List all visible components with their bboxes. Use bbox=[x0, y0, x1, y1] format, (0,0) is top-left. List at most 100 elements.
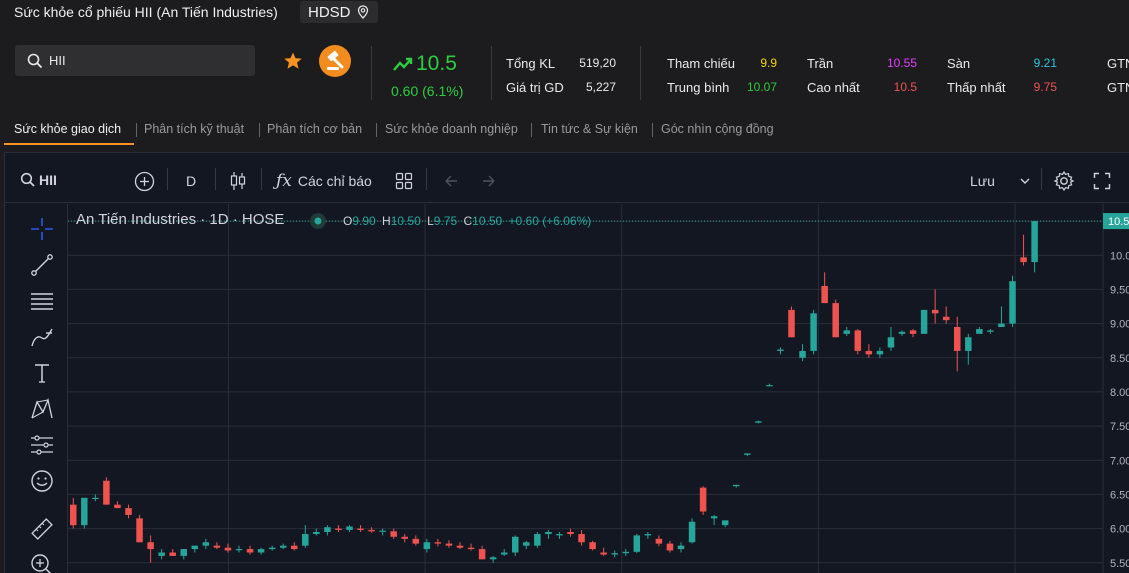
candlestick-type-icon[interactable] bbox=[229, 170, 247, 192]
candle bbox=[677, 542, 685, 553]
indicators-button[interactable]: ƒx Các chỉ báo bbox=[276, 171, 372, 191]
candle bbox=[666, 540, 674, 553]
ruler-icon[interactable] bbox=[29, 516, 55, 542]
candle-body bbox=[799, 350, 806, 358]
candle bbox=[158, 549, 165, 560]
candle-body bbox=[136, 518, 143, 543]
brush-icon[interactable] bbox=[29, 324, 55, 350]
candle-body bbox=[633, 535, 641, 552]
candle bbox=[534, 532, 541, 548]
prediction-icon[interactable] bbox=[29, 432, 55, 458]
candle-body bbox=[81, 497, 88, 526]
candle bbox=[854, 329, 862, 355]
gear-icon[interactable] bbox=[1053, 170, 1075, 192]
trend-line-icon[interactable] bbox=[29, 252, 55, 278]
candle bbox=[279, 543, 287, 550]
candle bbox=[799, 344, 806, 362]
price-tick-label: 7.00 bbox=[1110, 455, 1129, 467]
ohlc-low-value: 9.75 bbox=[433, 214, 458, 228]
tab-news-events[interactable]: Tin tức & Sự kiện bbox=[541, 122, 638, 136]
ohlc-low-label: L bbox=[427, 214, 434, 228]
tab-technical-analysis[interactable]: Phân tích kỹ thuật bbox=[144, 122, 244, 136]
add-symbol-icon[interactable] bbox=[134, 171, 155, 192]
smiley-icon[interactable] bbox=[29, 468, 55, 494]
candle-body bbox=[70, 504, 77, 526]
candle-body bbox=[235, 549, 243, 551]
candle bbox=[1031, 221, 1038, 273]
candle-body bbox=[954, 327, 961, 351]
candle-body bbox=[887, 337, 895, 348]
tab-bar: Sức khỏe giao dịch Phân tích kỹ thuật Ph… bbox=[0, 117, 1129, 147]
stat-label-ceiling: Trần bbox=[807, 56, 834, 71]
fullscreen-icon[interactable] bbox=[1093, 172, 1111, 190]
price-tick-label: 8.00 bbox=[1110, 387, 1129, 399]
chevron-down-icon[interactable] bbox=[1019, 176, 1031, 186]
stat-value-reference: 9.9 bbox=[760, 56, 777, 70]
candle bbox=[70, 497, 77, 529]
candle-body bbox=[191, 545, 199, 550]
search-icon bbox=[27, 53, 43, 68]
price-tick-label: 9.00 bbox=[1110, 319, 1129, 331]
auction-icon[interactable] bbox=[319, 45, 351, 77]
candle bbox=[500, 549, 508, 556]
ohlc-readout: O9.90 H10.50 L9.75 C10.50 +0.60 (+6.06%) bbox=[343, 214, 591, 228]
candle-body bbox=[423, 542, 431, 550]
candle-body bbox=[611, 553, 618, 555]
candle-body bbox=[224, 547, 232, 551]
tab-company-health[interactable]: Sức khỏe doanh nghiệp bbox=[385, 122, 518, 136]
candle-body bbox=[92, 497, 99, 500]
price-tick-label: 6.00 bbox=[1110, 524, 1129, 536]
interval-button[interactable]: D bbox=[186, 173, 196, 189]
tab-community-view[interactable]: Góc nhìn cộng đồng bbox=[661, 122, 774, 136]
candle-body bbox=[699, 487, 707, 512]
candle bbox=[942, 306, 950, 324]
crosshair-icon[interactable] bbox=[29, 216, 55, 242]
price-tick-label: 5.50 bbox=[1110, 558, 1129, 570]
save-label: Lưu bbox=[970, 173, 995, 189]
stat-label-low: Thấp nhất bbox=[947, 80, 1006, 95]
symbol-search-button[interactable]: HII bbox=[20, 172, 57, 188]
zoom-in-icon[interactable] bbox=[29, 552, 55, 573]
price-chart[interactable]: 10.50 10.00 9.50 9.00 8.50 8.00 7.50 7.00 6.50 6.… bbox=[68, 204, 1129, 573]
candle bbox=[976, 327, 983, 334]
pattern-icon[interactable] bbox=[29, 396, 55, 422]
candle-body bbox=[1031, 221, 1038, 263]
trend-up-icon bbox=[393, 57, 413, 71]
text-tool-icon[interactable] bbox=[29, 360, 55, 386]
candle bbox=[721, 520, 729, 528]
tab-trading-health[interactable]: Sức khỏe giao dịch bbox=[14, 122, 121, 136]
search-input[interactable] bbox=[49, 53, 239, 68]
candle-body bbox=[744, 453, 751, 455]
price-tick-label: 9.50 bbox=[1110, 284, 1129, 296]
hdsd-button[interactable]: HDSD bbox=[300, 1, 378, 23]
candle-body bbox=[478, 549, 486, 560]
candle-body bbox=[810, 313, 817, 351]
candle bbox=[644, 532, 652, 539]
undo-icon[interactable] bbox=[442, 173, 460, 189]
stat-label-reference: Tham chiếu bbox=[667, 56, 735, 71]
candle bbox=[567, 528, 574, 537]
candle bbox=[965, 333, 972, 365]
star-icon[interactable] bbox=[283, 51, 303, 71]
candle bbox=[257, 547, 265, 555]
tab-fundamental-analysis[interactable]: Phân tích cơ bản bbox=[267, 122, 362, 136]
candle bbox=[744, 453, 751, 457]
stat-label-high: Cao nhất bbox=[807, 80, 860, 95]
price-tick-label: 8.50 bbox=[1110, 353, 1129, 365]
candle-body bbox=[279, 545, 287, 548]
candle bbox=[136, 514, 143, 543]
layout-grid-icon[interactable] bbox=[395, 172, 413, 190]
candle-body bbox=[335, 528, 342, 530]
redo-icon[interactable] bbox=[480, 173, 498, 189]
search-box[interactable] bbox=[15, 45, 255, 76]
chart-grid bbox=[68, 204, 1103, 573]
save-button[interactable]: Lưu bbox=[970, 173, 995, 189]
toolbar-separator bbox=[215, 168, 216, 190]
ohlc-close-value: 10.50 bbox=[472, 214, 503, 228]
ohlc-close-label: C bbox=[463, 214, 473, 228]
candle bbox=[213, 542, 221, 550]
fibonacci-icon[interactable] bbox=[29, 288, 55, 314]
candle-body bbox=[467, 547, 475, 550]
price-axis: 10.50 10.00 9.50 9.00 8.50 8.00 7.50 7.00 6.50 6.… bbox=[1102, 204, 1129, 573]
candle bbox=[412, 535, 420, 546]
